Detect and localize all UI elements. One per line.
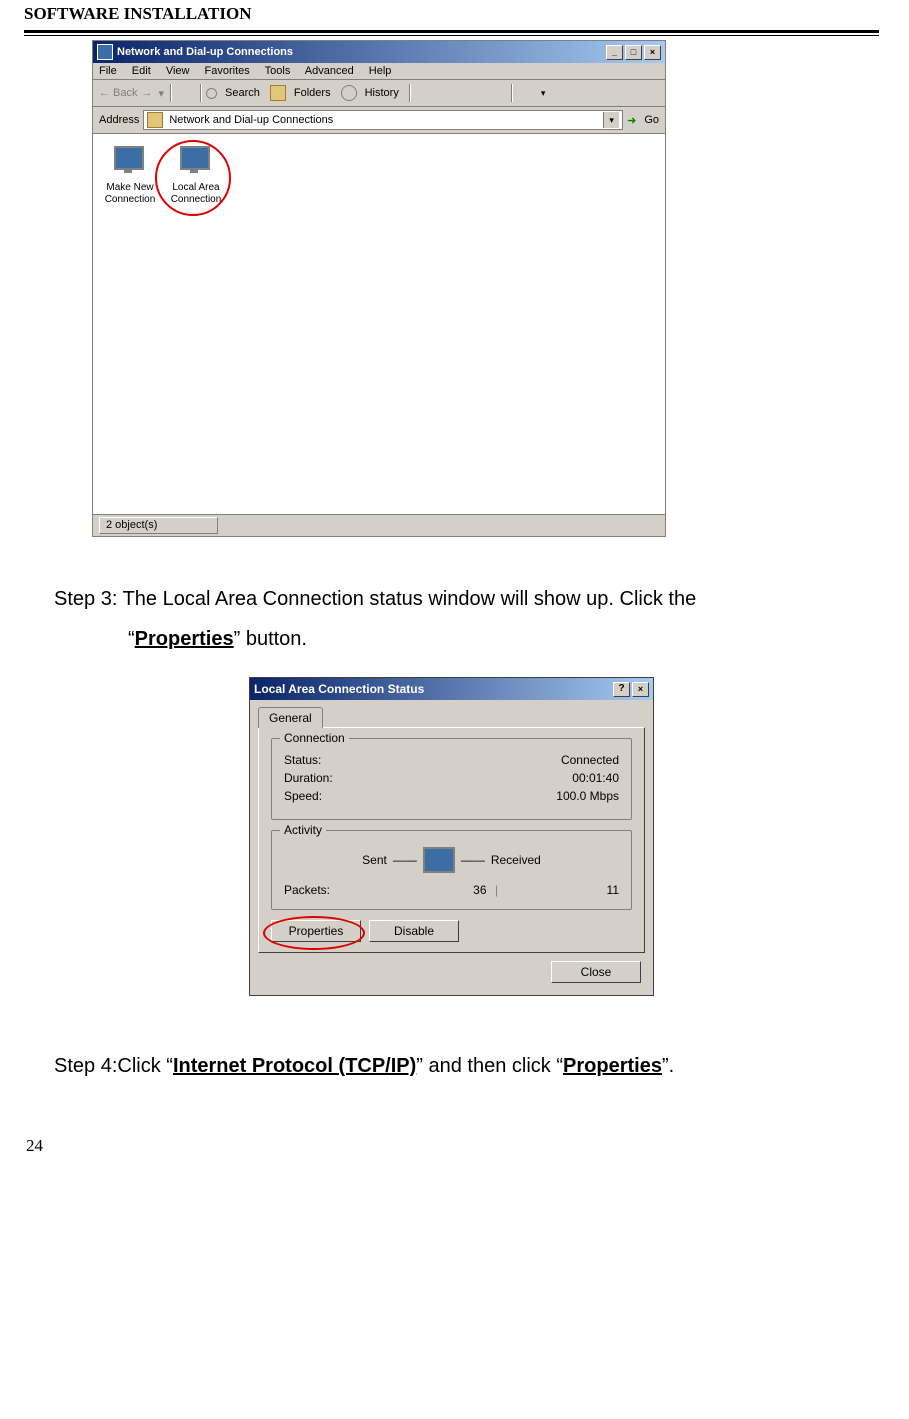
menu-file[interactable]: File: [99, 65, 117, 77]
step3-line1: Step 3: The Local Area Connection status…: [54, 579, 849, 619]
menu-view[interactable]: View: [166, 65, 190, 77]
close-button[interactable]: ×: [644, 45, 661, 60]
icon-label-1: Make New Connection: [101, 182, 159, 206]
close-dialog-button[interactable]: Close: [551, 961, 641, 983]
duration-label: Duration:: [284, 771, 333, 785]
address-input[interactable]: Network and Dial-up Connections ▾: [143, 110, 623, 130]
go-icon: ➜: [627, 114, 636, 127]
menu-edit[interactable]: Edit: [132, 65, 151, 77]
tool-btn-3[interactable]: [463, 83, 483, 103]
status-label: Status:: [284, 753, 321, 767]
go-button[interactable]: Go: [644, 114, 659, 126]
address-dropdown[interactable]: ▾: [603, 112, 619, 128]
address-label: Address: [99, 114, 139, 126]
packets-label: Packets:: [284, 883, 374, 897]
page-number: 24: [26, 1136, 879, 1156]
packets-sent-value: 36: [374, 883, 487, 897]
address-icon: [147, 112, 163, 128]
menu-bar: File Edit View Favorites Tools Advanced …: [93, 63, 665, 80]
menu-advanced[interactable]: Advanced: [305, 65, 354, 77]
icon-label-2: Local Area Connection: [167, 182, 225, 206]
views-button[interactable]: [517, 83, 537, 103]
window-title: Network and Dial-up Connections: [117, 46, 293, 58]
connection-group: Connection Status: Connected Duration: 0…: [271, 738, 632, 820]
search-icon: [206, 88, 217, 99]
dialog-close-button[interactable]: ×: [632, 682, 649, 697]
history-button[interactable]: History: [365, 87, 399, 99]
status-bar: 2 object(s): [93, 514, 665, 536]
search-button[interactable]: Search: [225, 87, 260, 99]
history-icon: [341, 85, 357, 101]
toolbar: ← Back → ▾ Search Folders History ▾: [93, 80, 665, 107]
connection-legend: Connection: [280, 731, 349, 745]
explorer-content: Make New Connection Local Area Connectio…: [93, 134, 665, 514]
dialog-titlebar: Local Area Connection Status ? ×: [250, 678, 653, 700]
tool-btn-2[interactable]: [439, 83, 459, 103]
menu-tools[interactable]: Tools: [265, 65, 291, 77]
received-label: Received: [491, 853, 541, 867]
speed-label: Speed:: [284, 789, 322, 803]
network-activity-icon: [423, 847, 455, 873]
status-value: Connected: [561, 753, 619, 767]
tab-general[interactable]: General: [258, 707, 323, 728]
minimize-button[interactable]: _: [606, 45, 623, 60]
maximize-button[interactable]: □: [625, 45, 642, 60]
up-button[interactable]: [176, 83, 196, 103]
properties-keyword-2: Properties: [563, 1055, 662, 1077]
address-bar: Address Network and Dial-up Connections …: [93, 107, 665, 134]
properties-button[interactable]: Properties: [271, 920, 361, 942]
back-button[interactable]: ← Back: [99, 87, 138, 99]
dialog-title: Local Area Connection Status: [254, 682, 424, 696]
screenshot-status-dialog: Local Area Connection Status ? × General…: [24, 677, 879, 996]
step-4-text: Step 4:Click “Internet Protocol (TCP/IP)…: [54, 1046, 849, 1086]
header-rule: [24, 30, 879, 36]
help-button[interactable]: ?: [613, 682, 630, 697]
properties-keyword: Properties: [135, 628, 234, 650]
duration-value: 00:01:40: [572, 771, 619, 785]
speed-value: 100.0 Mbps: [556, 789, 619, 803]
window-titlebar: Network and Dial-up Connections _ □ ×: [93, 41, 665, 63]
sent-label: Sent: [362, 853, 387, 867]
menu-favorites[interactable]: Favorites: [205, 65, 250, 77]
tool-btn-4[interactable]: [487, 83, 507, 103]
step3-line2: “Properties” button.: [54, 619, 849, 659]
forward-button[interactable]: →: [142, 87, 153, 99]
explorer-window: Network and Dial-up Connections _ □ × Fi…: [92, 40, 666, 537]
folders-button[interactable]: Folders: [294, 87, 331, 99]
address-value: Network and Dial-up Connections: [169, 114, 333, 126]
local-area-connection-icon[interactable]: Local Area Connection: [167, 146, 225, 206]
step-3-text: Step 3: The Local Area Connection status…: [54, 579, 849, 659]
tool-btn-1[interactable]: [415, 83, 435, 103]
packets-received-value: 11: [507, 883, 620, 897]
activity-group: Activity Sent —— —— Received Packets: 36…: [271, 830, 632, 910]
button-row: Properties Disable: [271, 920, 632, 942]
status-dialog: Local Area Connection Status ? × General…: [249, 677, 654, 996]
tab-panel: Connection Status: Connected Duration: 0…: [258, 727, 645, 953]
activity-legend: Activity: [280, 823, 326, 837]
screenshot-explorer: Network and Dial-up Connections _ □ × Fi…: [92, 40, 879, 537]
page-header: SOFTWARE INSTALLATION: [24, 4, 879, 24]
status-text: 2 object(s): [99, 517, 218, 534]
window-icon: [97, 44, 113, 60]
menu-help[interactable]: Help: [369, 65, 392, 77]
tcpip-keyword: Internet Protocol (TCP/IP): [173, 1055, 416, 1077]
folders-icon: [270, 85, 286, 101]
make-new-connection-icon[interactable]: Make New Connection: [101, 146, 159, 206]
tab-strip: General: [250, 700, 653, 727]
disable-button[interactable]: Disable: [369, 920, 459, 942]
